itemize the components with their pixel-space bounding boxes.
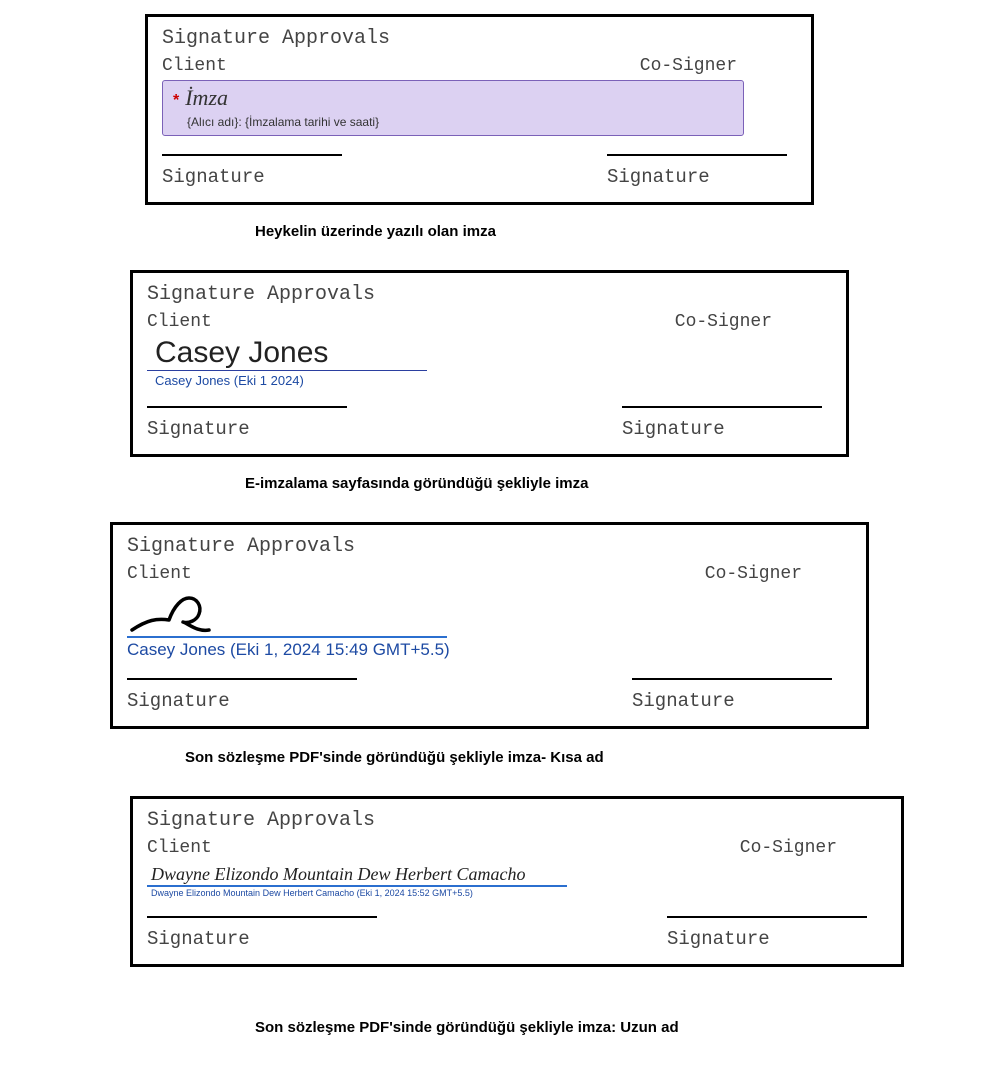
client-label: Client	[147, 312, 212, 332]
caption-2: E-imzalama sayfasında göründüğü şekliyle…	[245, 475, 1002, 492]
panel-title: Signature Approvals	[147, 809, 887, 832]
signature-handwritten	[127, 592, 447, 638]
signature-caption-left: Signature	[147, 928, 377, 950]
cosigner-label: Co-Signer	[640, 56, 737, 76]
required-indicator: *	[173, 92, 179, 109]
caption-3: Son sözleşme PDF'sinde göründüğü şekliyl…	[185, 749, 1002, 766]
signature-line-left	[147, 406, 347, 408]
signature-panel-pdf-long: Signature Approvals Client Co-Signer Dwa…	[130, 796, 904, 967]
signature-signed-name: Casey Jones	[147, 336, 427, 370]
signature-signed-meta: Dwayne Elizondo Mountain Dew Herbert Cam…	[147, 888, 887, 898]
cosigner-label: Co-Signer	[705, 564, 802, 584]
signature-caption-left: Signature	[147, 418, 347, 440]
signature-line-right	[607, 154, 787, 156]
signature-caption-left: Signature	[162, 166, 342, 188]
signature-line-right	[667, 916, 867, 918]
cosigner-label: Co-Signer	[675, 312, 772, 332]
signature-caption-left: Signature	[127, 690, 357, 712]
signature-line-left	[162, 154, 342, 156]
cosigner-label: Co-Signer	[740, 838, 837, 858]
caption-1: Heykelin üzerinde yazılı olan imza	[255, 223, 1002, 240]
client-label: Client	[162, 56, 227, 76]
signature-field-placeholder[interactable]: * İmza {Alıcı adı}: {İmzalama tarihi ve s…	[162, 80, 744, 136]
signature-line-right	[632, 678, 832, 680]
signature-signed-line: Casey Jones	[147, 336, 427, 371]
signature-caption-right: Signature	[622, 418, 822, 440]
signature-signed-name: Dwayne Elizondo Mountain Dew Herbert Cam…	[147, 864, 567, 885]
signature-substitution-text: {Alıcı adı}: {İmzalama tarihi ve saati}	[173, 115, 733, 129]
handwritten-signature-icon	[127, 592, 257, 636]
signature-panel-esign: Signature Approvals Client Co-Signer Cas…	[130, 270, 849, 457]
signature-signed-line: Dwayne Elizondo Mountain Dew Herbert Cam…	[147, 864, 567, 887]
signature-signed-meta: Casey Jones (Eki 1 2024)	[147, 373, 832, 388]
signature-line-left	[127, 678, 357, 680]
signature-caption-right: Signature	[667, 928, 867, 950]
panel-title: Signature Approvals	[147, 283, 832, 306]
signature-caption-right: Signature	[632, 690, 832, 712]
client-label: Client	[147, 838, 212, 858]
signature-signed-meta: Casey Jones (Eki 1, 2024 15:49 GMT+5.5)	[127, 640, 852, 660]
caption-4: Son sözleşme PDF'sinde göründüğü şekliyl…	[255, 1019, 1002, 1036]
panel-title: Signature Approvals	[127, 535, 852, 558]
signature-field-label: İmza	[185, 85, 228, 110]
signature-line-right	[622, 406, 822, 408]
signature-caption-right: Signature	[607, 166, 787, 188]
client-label: Client	[127, 564, 192, 584]
signature-panel-placeholder: Signature Approvals Client Co-Signer * İm…	[145, 14, 814, 205]
signature-line-left	[147, 916, 377, 918]
panel-title: Signature Approvals	[162, 27, 797, 50]
signature-panel-pdf-short: Signature Approvals Client Co-Signer Cas…	[110, 522, 869, 729]
